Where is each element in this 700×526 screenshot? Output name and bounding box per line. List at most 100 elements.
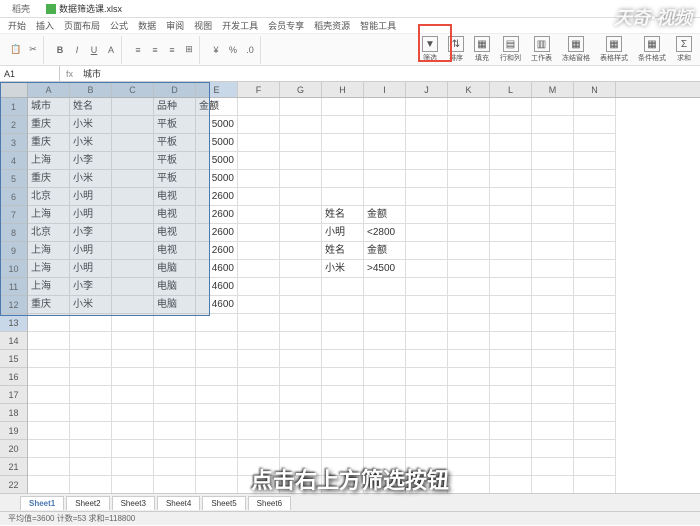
cell[interactable] — [364, 404, 406, 422]
cell[interactable] — [574, 188, 616, 206]
cell[interactable] — [406, 314, 448, 332]
column-header[interactable]: J — [406, 82, 448, 97]
column-header[interactable]: G — [280, 82, 322, 97]
cell[interactable] — [490, 440, 532, 458]
cell[interactable] — [490, 278, 532, 296]
cell[interactable] — [448, 422, 490, 440]
cell[interactable]: >4500 — [364, 260, 406, 278]
cell[interactable] — [112, 404, 154, 422]
cut-button[interactable]: ✂ — [26, 43, 40, 57]
cell[interactable]: 2600 — [196, 224, 238, 242]
cell[interactable] — [574, 386, 616, 404]
cell[interactable] — [322, 386, 364, 404]
cell[interactable] — [574, 368, 616, 386]
cell[interactable] — [448, 350, 490, 368]
cell[interactable] — [490, 386, 532, 404]
cell[interactable] — [322, 170, 364, 188]
cell[interactable] — [448, 386, 490, 404]
cell[interactable] — [322, 350, 364, 368]
cell[interactable] — [112, 260, 154, 278]
cell[interactable]: 上海 — [28, 242, 70, 260]
cell[interactable]: 品种 — [154, 98, 196, 116]
name-box[interactable]: A1 — [0, 66, 60, 81]
cell[interactable] — [364, 296, 406, 314]
cell[interactable] — [448, 368, 490, 386]
cell[interactable]: 重庆 — [28, 116, 70, 134]
cell[interactable] — [448, 224, 490, 242]
cell[interactable] — [154, 350, 196, 368]
cell[interactable] — [196, 422, 238, 440]
cell[interactable] — [154, 314, 196, 332]
cell[interactable] — [112, 476, 154, 494]
spreadsheet-grid[interactable]: ABCDEFGHIJKLMN 1234567891011121314151617… — [0, 82, 700, 502]
cell[interactable] — [490, 422, 532, 440]
cell[interactable] — [238, 242, 280, 260]
row-header[interactable]: 21 — [0, 458, 27, 476]
cell[interactable] — [112, 332, 154, 350]
worksheet-button[interactable]: ▥ 工作表 — [529, 36, 554, 63]
cell[interactable] — [280, 422, 322, 440]
cell[interactable] — [406, 98, 448, 116]
cell[interactable] — [532, 206, 574, 224]
cell[interactable]: 电脑 — [154, 278, 196, 296]
cell[interactable] — [70, 458, 112, 476]
cell[interactable] — [490, 134, 532, 152]
cell[interactable] — [238, 224, 280, 242]
row-header[interactable]: 2 — [0, 116, 27, 134]
cell[interactable] — [490, 368, 532, 386]
row-header[interactable]: 1 — [0, 98, 27, 116]
sort-button[interactable]: ⇅ 排序 — [446, 36, 466, 63]
cell[interactable] — [28, 440, 70, 458]
cell[interactable] — [280, 278, 322, 296]
cell[interactable] — [490, 314, 532, 332]
cell[interactable]: 重庆 — [28, 296, 70, 314]
cell[interactable] — [112, 422, 154, 440]
cell[interactable]: 平板 — [154, 170, 196, 188]
cell[interactable] — [574, 278, 616, 296]
row-header[interactable]: 7 — [0, 206, 27, 224]
cell[interactable] — [280, 134, 322, 152]
cell[interactable]: 2600 — [196, 206, 238, 224]
row-header[interactable]: 13 — [0, 314, 27, 332]
filter-button[interactable]: ▼ 筛选 — [420, 36, 440, 63]
menu-item[interactable]: 数据 — [138, 19, 156, 32]
row-header[interactable]: 18 — [0, 404, 27, 422]
cell[interactable] — [280, 260, 322, 278]
cell[interactable] — [448, 458, 490, 476]
cell[interactable] — [364, 116, 406, 134]
cell[interactable] — [574, 170, 616, 188]
cell[interactable]: 平板 — [154, 116, 196, 134]
cell[interactable] — [112, 206, 154, 224]
font-color-button[interactable]: A — [104, 43, 118, 57]
cell[interactable] — [322, 152, 364, 170]
cell[interactable] — [70, 386, 112, 404]
cell[interactable] — [280, 368, 322, 386]
cell[interactable] — [574, 98, 616, 116]
cell[interactable] — [322, 188, 364, 206]
cell[interactable]: 小明 — [70, 206, 112, 224]
row-header[interactable]: 17 — [0, 386, 27, 404]
cell[interactable] — [322, 404, 364, 422]
cell[interactable] — [280, 188, 322, 206]
cell[interactable] — [322, 332, 364, 350]
cell[interactable] — [574, 296, 616, 314]
cell[interactable]: 5000 — [196, 152, 238, 170]
cell[interactable] — [322, 98, 364, 116]
decimal-button[interactable]: .0 — [243, 43, 257, 57]
cell[interactable] — [196, 440, 238, 458]
cell[interactable] — [238, 206, 280, 224]
align-center-button[interactable]: ≡ — [148, 43, 162, 57]
cell[interactable] — [112, 368, 154, 386]
cell[interactable] — [322, 116, 364, 134]
cell[interactable] — [532, 440, 574, 458]
cell[interactable]: 4600 — [196, 260, 238, 278]
cell[interactable] — [28, 458, 70, 476]
cell[interactable] — [448, 170, 490, 188]
cell[interactable] — [364, 188, 406, 206]
cell[interactable]: 小李 — [70, 152, 112, 170]
cell[interactable] — [112, 350, 154, 368]
menu-item[interactable]: 稻壳资源 — [314, 19, 350, 32]
cell[interactable] — [406, 350, 448, 368]
cell[interactable] — [448, 332, 490, 350]
cell[interactable] — [154, 368, 196, 386]
